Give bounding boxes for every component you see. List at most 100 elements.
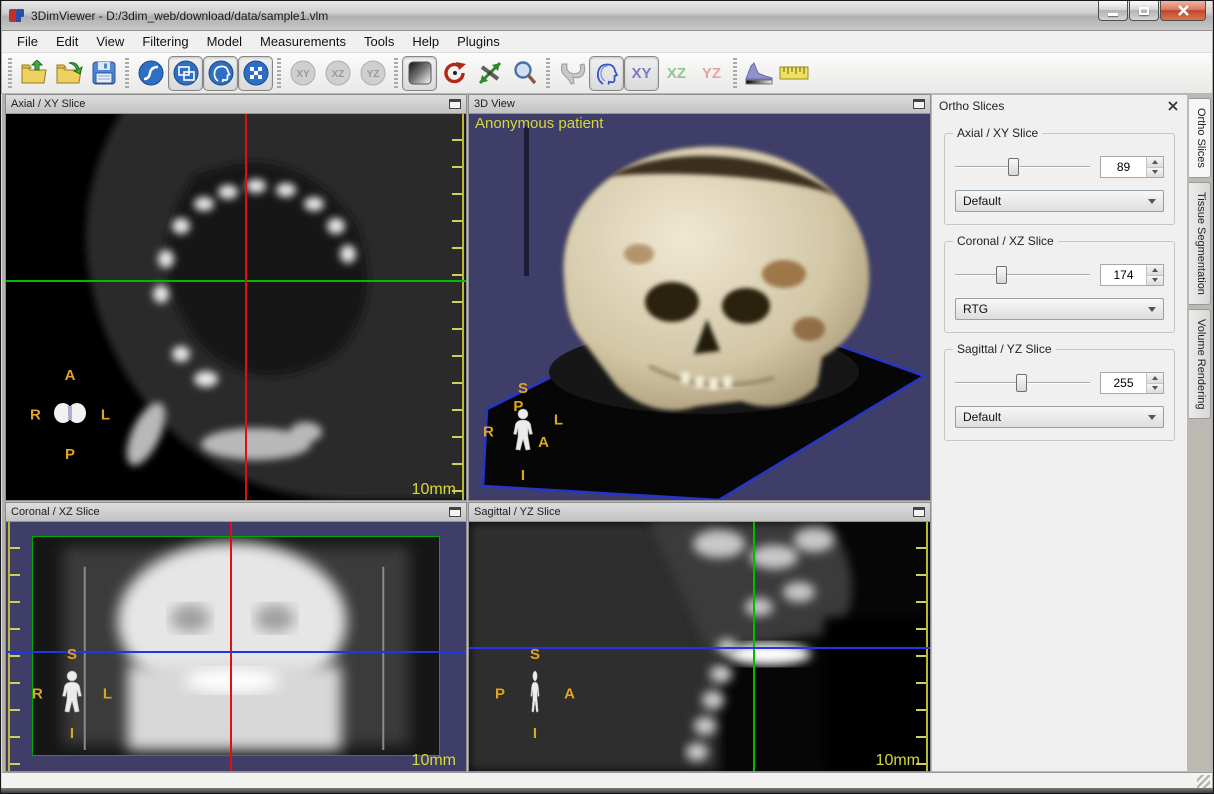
close-button[interactable] bbox=[1160, 1, 1206, 21]
orientation-letter-anterior: A bbox=[564, 686, 575, 703]
float-window-icon[interactable] bbox=[913, 507, 925, 517]
coronal-mode-value: RTG bbox=[963, 302, 988, 316]
sagittal-slice-slider-handle[interactable] bbox=[1016, 374, 1027, 392]
xy-slice-button[interactable]: XY bbox=[285, 56, 320, 91]
menu-tools[interactable]: Tools bbox=[355, 31, 403, 52]
yz-view-label: YZ bbox=[702, 65, 721, 82]
ortho-slices-panel-button[interactable] bbox=[168, 56, 203, 91]
axial-crosshair-horizontal[interactable] bbox=[6, 280, 466, 282]
spin-down-button[interactable] bbox=[1147, 384, 1163, 394]
menu-edit[interactable]: Edit bbox=[47, 31, 87, 52]
axial-mode-select[interactable]: Default bbox=[955, 190, 1164, 212]
sagittal-slice-slider[interactable] bbox=[955, 373, 1090, 393]
yz-slice-button[interactable]: YZ bbox=[355, 56, 390, 91]
spin-down-button[interactable] bbox=[1147, 276, 1163, 286]
zoom-button[interactable] bbox=[507, 56, 542, 91]
app-window: 3DimViewer - D:/3dim_web/download/data/s… bbox=[0, 0, 1214, 794]
float-window-icon[interactable] bbox=[913, 99, 925, 109]
ortho-slices-icon bbox=[172, 59, 200, 87]
window-title: 3DimViewer - D:/3dim_web/download/data/s… bbox=[31, 9, 328, 23]
sagittal-mode-select[interactable]: Default bbox=[955, 406, 1164, 428]
spin-up-button[interactable] bbox=[1147, 265, 1163, 276]
float-window-icon[interactable] bbox=[449, 99, 461, 109]
axial-slice-value-input[interactable] bbox=[1101, 157, 1146, 177]
tissue-segmentation-panel-button[interactable] bbox=[238, 56, 273, 91]
spin-up-button[interactable] bbox=[1147, 373, 1163, 384]
volume-rendering-panel-button[interactable] bbox=[203, 56, 238, 91]
tab-tissue-segmentation[interactable]: Tissue Segmentation bbox=[1189, 182, 1211, 305]
maximize-button[interactable] bbox=[1129, 1, 1159, 21]
measure-button[interactable] bbox=[776, 56, 811, 91]
menu-file[interactable]: File bbox=[8, 31, 47, 52]
coronal-slice-spinbox bbox=[1100, 264, 1164, 286]
xz-label: XZ bbox=[331, 69, 344, 80]
xy-view-label: XY bbox=[631, 65, 651, 82]
orientation-letter-inferior: I bbox=[70, 725, 74, 742]
coronal-slice-slider[interactable] bbox=[955, 265, 1090, 285]
axial-slice-slider[interactable] bbox=[955, 157, 1090, 177]
toolbar-grip[interactable] bbox=[125, 58, 129, 88]
coronal-slice-slider-handle[interactable] bbox=[996, 266, 1007, 284]
folder-up-icon bbox=[20, 60, 48, 86]
axial-canvas[interactable]: A R L P 10mm bbox=[6, 114, 466, 500]
toolbar-grip[interactable] bbox=[277, 58, 281, 88]
import-data-button[interactable] bbox=[16, 56, 51, 91]
axial-scale-label: 10mm bbox=[412, 481, 456, 499]
xz-slice-button[interactable]: XZ bbox=[320, 56, 355, 91]
rotate-button[interactable] bbox=[437, 56, 472, 91]
menu-model[interactable]: Model bbox=[198, 31, 251, 52]
open-file-button[interactable] bbox=[51, 56, 86, 91]
window-level-button[interactable] bbox=[402, 56, 437, 91]
view3d-canvas[interactable]: Anonymous patient S P R L A I bbox=[469, 114, 930, 500]
spin-down-button[interactable] bbox=[1147, 168, 1163, 178]
density-window-button[interactable] bbox=[133, 56, 168, 91]
save-button[interactable] bbox=[86, 56, 121, 91]
human-figure-icon bbox=[59, 669, 85, 719]
view-xy-button[interactable]: XY bbox=[624, 56, 659, 91]
float-window-icon[interactable] bbox=[449, 507, 461, 517]
view-3d-button[interactable] bbox=[589, 56, 624, 91]
orientation-letter-right: R bbox=[32, 686, 43, 703]
magnifier-icon bbox=[511, 59, 539, 87]
ortho-slices-panel-header: Ortho Slices bbox=[932, 95, 1187, 117]
panel-close-button[interactable] bbox=[1166, 99, 1180, 113]
toolbar-grip[interactable] bbox=[733, 58, 737, 88]
menu-view[interactable]: View bbox=[87, 31, 133, 52]
tab-volume-rendering[interactable]: Volume Rendering bbox=[1189, 309, 1211, 420]
axial-viewport: Axial / XY Slice bbox=[5, 94, 467, 501]
view-yz-button[interactable]: YZ bbox=[694, 56, 729, 91]
axial-crosshair-vertical[interactable] bbox=[245, 114, 247, 500]
menu-measurements[interactable]: Measurements bbox=[251, 31, 355, 52]
coronal-slice-value-input[interactable] bbox=[1101, 265, 1146, 285]
view-xz-button[interactable]: XZ bbox=[659, 56, 694, 91]
minimize-button[interactable] bbox=[1098, 1, 1128, 21]
resize-grip[interactable] bbox=[1197, 775, 1210, 788]
orientation-letter-right: R bbox=[30, 407, 41, 424]
toolbar-grip[interactable] bbox=[394, 58, 398, 88]
sagittal-slice-value-input[interactable] bbox=[1101, 373, 1146, 393]
coronal-canvas[interactable]: S R L I 10mm bbox=[6, 522, 466, 771]
axial-slice-slider-handle[interactable] bbox=[1008, 158, 1019, 176]
head-render-icon bbox=[207, 59, 235, 87]
tab-ortho-slices[interactable]: Ortho Slices bbox=[1189, 98, 1211, 178]
spin-up-button[interactable] bbox=[1147, 157, 1163, 168]
menu-help[interactable]: Help bbox=[403, 31, 448, 52]
coronal-crosshair-vertical[interactable] bbox=[230, 522, 232, 771]
orientation-letter-left: L bbox=[101, 407, 110, 424]
menu-plugins[interactable]: Plugins bbox=[448, 31, 509, 52]
model-view-button[interactable] bbox=[554, 56, 589, 91]
sagittal-canvas[interactable]: S P A I 10mm bbox=[469, 522, 930, 771]
pan-zoom-button[interactable] bbox=[472, 56, 507, 91]
coronal-mode-select[interactable]: RTG bbox=[955, 298, 1164, 320]
title-bar[interactable]: 3DimViewer - D:/3dim_web/download/data/s… bbox=[2, 1, 1212, 31]
histogram-button[interactable] bbox=[741, 56, 776, 91]
axial-slice-spinbox bbox=[1100, 156, 1164, 178]
menu-filtering[interactable]: Filtering bbox=[133, 31, 197, 52]
xy-slice-circle-icon: XY bbox=[289, 59, 317, 87]
maximize-icon bbox=[1139, 7, 1149, 15]
sagittal-viewport-title: Sagittal / YZ Slice bbox=[474, 506, 561, 518]
toolbar-grip[interactable] bbox=[8, 58, 12, 88]
xz-view-label: XZ bbox=[667, 65, 686, 82]
coronal-orientation-marker: S R L I bbox=[32, 648, 112, 740]
toolbar-grip[interactable] bbox=[546, 58, 550, 88]
